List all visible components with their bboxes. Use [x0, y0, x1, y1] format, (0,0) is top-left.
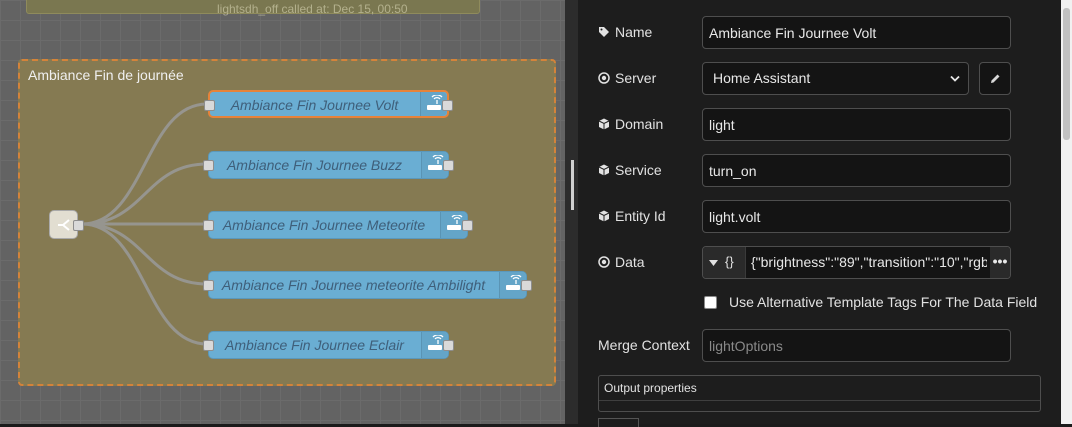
- router-icon: [506, 275, 522, 290]
- alt-template-checkbox[interactable]: [704, 296, 717, 309]
- dot-circle-icon: [598, 72, 610, 84]
- group-label: Ambiance Fin de journée: [28, 67, 184, 83]
- domain-label: Domain: [598, 116, 663, 132]
- data-type-label: {}: [725, 254, 734, 269]
- scrollbar[interactable]: [1061, 0, 1072, 424]
- output-port[interactable]: [443, 160, 454, 171]
- server-select[interactable]: Home Assistant: [702, 62, 969, 95]
- node-label: Ambiance Fin Journee Buzz: [226, 157, 403, 173]
- splitter-handle[interactable]: [571, 160, 574, 210]
- service-input[interactable]: [702, 154, 1011, 187]
- cube-icon: [598, 164, 610, 176]
- alt-template-label: Use Alternative Template Tags For The Da…: [729, 294, 1038, 310]
- node-label: Ambiance Fin Journee Eclair: [225, 337, 404, 353]
- merge-context-input[interactable]: [702, 329, 1011, 362]
- output-port[interactable]: [73, 220, 84, 231]
- scrollbar-thumb[interactable]: [1063, 8, 1070, 140]
- node-properties-panel: Name Server Home Assistant Domain Servic…: [578, 0, 1061, 427]
- server-selected-value: Home Assistant: [713, 70, 811, 86]
- data-expand-button[interactable]: •••: [990, 247, 1010, 278]
- output-port[interactable]: [442, 100, 453, 111]
- output-properties-title: Output properties: [604, 381, 697, 395]
- data-type-button[interactable]: {}: [703, 247, 746, 278]
- router-icon: [428, 155, 444, 170]
- service-node-buzz[interactable]: Ambiance Fin Journee Buzz: [203, 151, 454, 179]
- service-node-eclair[interactable]: Ambiance Fin Journee Eclair: [203, 331, 454, 359]
- service-node-meteorite[interactable]: Ambiance Fin Journee Meteorite: [203, 211, 473, 239]
- name-input[interactable]: [702, 16, 1011, 49]
- node-label: Ambiance Fin Journee Meteorite: [222, 217, 426, 233]
- chevron-down-icon: [950, 75, 960, 82]
- entity-id-label: Entity Id: [598, 208, 666, 224]
- pencil-icon: [991, 74, 1000, 83]
- edit-server-button[interactable]: [979, 62, 1011, 95]
- node-label: Ambiance Fin Journee meteorite Ambilight: [221, 277, 486, 293]
- service-node-meteorite-ambilight[interactable]: Ambiance Fin Journee meteorite Ambilight: [203, 271, 532, 299]
- divider: [599, 400, 1040, 401]
- data-value[interactable]: {"brightness":"89","transition":"10","rg…: [751, 247, 987, 278]
- data-typed-input[interactable]: {} {"brightness":"89","transition":"10",…: [702, 246, 1011, 279]
- previous-group-label: lightsdh_off called at: Dec 15, 00:50: [217, 2, 408, 16]
- output-properties-section: Output properties: [598, 375, 1041, 412]
- switch-icon: [58, 219, 70, 231]
- caret-down-icon: [709, 260, 718, 266]
- service-label: Service: [598, 162, 662, 178]
- previous-group[interactable]: lightsdh_off called at: Dec 15, 00:50: [26, 0, 480, 16]
- output-port[interactable]: [443, 340, 454, 351]
- cube-icon: [598, 210, 610, 222]
- dot-circle-icon: [598, 256, 610, 268]
- flow-canvas[interactable]: lightsdh_off called at: Dec 15, 00:50 Am…: [0, 0, 565, 424]
- entity-id-input[interactable]: [702, 200, 1011, 233]
- switch-node[interactable]: [49, 210, 84, 239]
- server-label: Server: [598, 70, 656, 86]
- tag-icon: [599, 27, 609, 37]
- domain-input[interactable]: [702, 108, 1011, 141]
- node-label: Ambiance Fin Journee Volt: [230, 97, 399, 113]
- service-node-volt[interactable]: Ambiance Fin Journee Volt: [204, 90, 453, 118]
- panel-splitter[interactable]: [565, 0, 578, 424]
- router-icon: [427, 95, 443, 110]
- router-icon: [428, 335, 444, 350]
- data-label: Data: [598, 254, 645, 270]
- output-port[interactable]: [521, 280, 532, 291]
- name-label: Name: [598, 24, 652, 40]
- cube-icon: [598, 118, 610, 130]
- router-icon: [447, 215, 463, 230]
- output-list-item[interactable]: [598, 418, 639, 427]
- output-port[interactable]: [462, 220, 473, 231]
- merge-context-label: Merge Context: [598, 337, 690, 353]
